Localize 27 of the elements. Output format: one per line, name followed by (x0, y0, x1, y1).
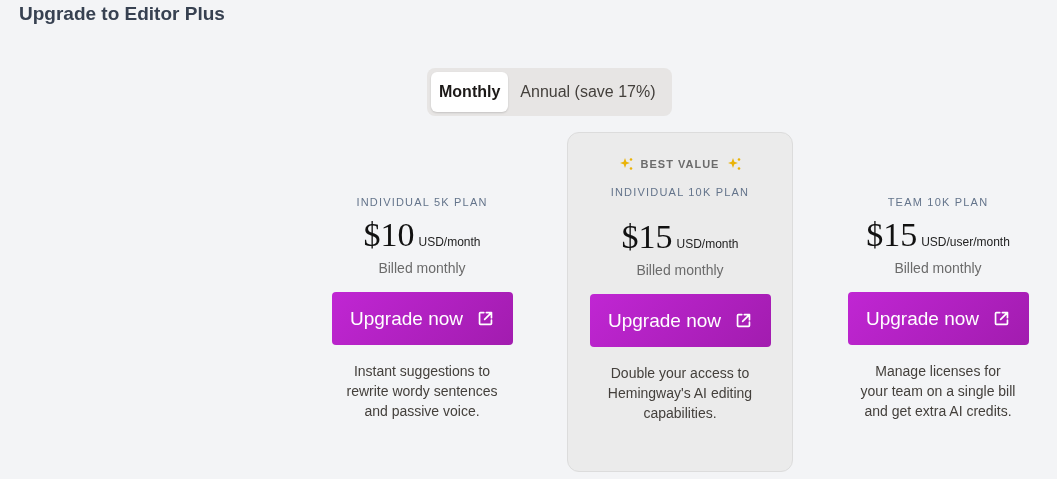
plan-price: $10 (363, 216, 415, 254)
plan-price: $15 (621, 218, 673, 256)
upgrade-button[interactable]: Upgrade now (847, 292, 1029, 345)
upgrade-button[interactable]: Upgrade now (331, 292, 513, 345)
plan-name: TEAM 10K PLAN (887, 196, 989, 208)
external-link-icon (735, 312, 752, 329)
external-link-icon (477, 310, 494, 327)
plan-description: Instant suggestions to rewrite wordy sentences and passive voice. (345, 362, 499, 421)
plan-name: INDIVIDUAL 10K PLAN (610, 186, 750, 198)
best-value-label: BEST VALUE (640, 157, 720, 170)
sparkle-icon (618, 157, 633, 170)
price-unit: USD/month (418, 235, 481, 249)
sparkle-icon (727, 157, 742, 170)
plan-description: Manage licenses for your team on a single bill and get extra AI credits. (860, 362, 1016, 421)
external-link-icon (993, 310, 1010, 327)
price-unit: USD/month (676, 237, 739, 251)
billing-note: Billed monthly (378, 260, 466, 276)
plan-description: Double your access to Hemingway's AI editing capabilities. (606, 364, 754, 423)
plan-name: INDIVIDUAL 5K PLAN (356, 196, 488, 208)
price-unit: USD/user/month (921, 235, 1010, 249)
billing-option[interactable]: Annual (save 17%) (508, 72, 668, 112)
billing-note: Billed monthly (894, 260, 982, 276)
billing-note: Billed monthly (636, 262, 724, 278)
billing-option[interactable]: Monthly (431, 72, 509, 112)
plan-price: $15 (866, 216, 918, 254)
page-title: Upgrade to Editor Plus (18, 2, 226, 25)
upgrade-button[interactable]: Upgrade now (589, 294, 771, 347)
